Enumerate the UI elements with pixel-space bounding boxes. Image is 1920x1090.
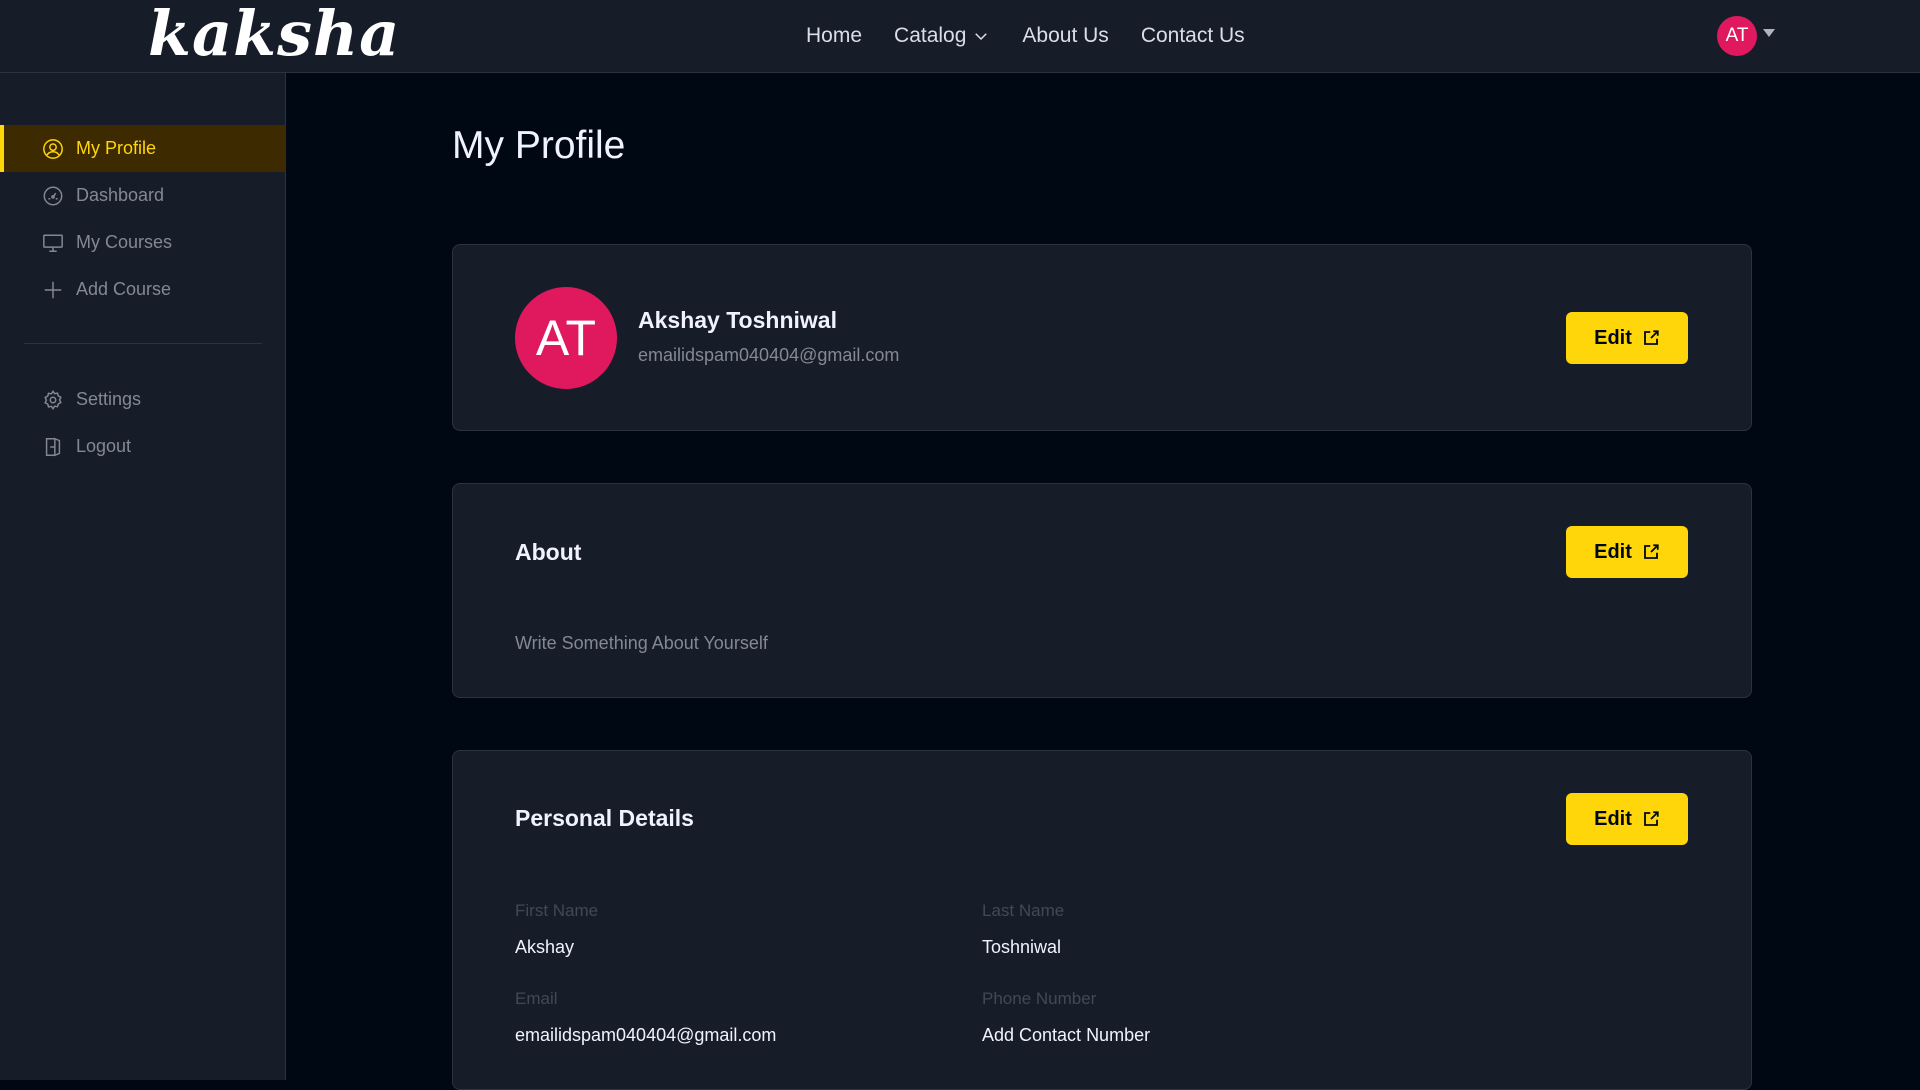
nav-contact-us[interactable]: Contact Us xyxy=(1141,22,1245,50)
sidebar-item-settings[interactable]: Settings xyxy=(0,376,286,423)
plus-icon xyxy=(44,281,62,298)
nav-home[interactable]: Home xyxy=(806,22,862,50)
edit-profile-button[interactable]: Edit xyxy=(1566,312,1688,364)
sidebar-item-label: Dashboard xyxy=(76,185,165,205)
first-name-label: First Name xyxy=(515,901,599,920)
sidebar-item-my-profile[interactable]: My Profile xyxy=(0,125,286,172)
edit-button-label: Edit xyxy=(1594,807,1632,830)
email-value: emailidspam040404@gmail.com xyxy=(515,1025,777,1045)
sidebar-item-label: Add Course xyxy=(76,279,172,299)
nav-home-label: Home xyxy=(806,24,863,47)
personal-details-heading: Personal Details xyxy=(515,805,694,831)
about-heading: About xyxy=(515,539,582,565)
kaksha-logo[interactable]: kaksha xyxy=(148,0,400,68)
about-text: Write Something About Yourself xyxy=(515,633,768,653)
profile-email: emailidspam040404@gmail.com xyxy=(638,345,900,365)
sidebar-item-my-courses[interactable]: My Courses xyxy=(0,219,286,266)
logout-icon xyxy=(45,437,61,456)
nav-catalog-label: Catalog xyxy=(894,24,967,47)
email-label: Email xyxy=(515,989,558,1008)
edit-icon xyxy=(1643,811,1659,826)
nav-contact-us-label: Contact Us xyxy=(1140,24,1245,47)
first-name-value: Akshay xyxy=(515,937,575,957)
top-navbar: kaksha Home Catalog About Us Contact Us … xyxy=(0,0,1920,73)
edit-about-button[interactable]: Edit xyxy=(1566,526,1688,578)
about-card: About Write Something About Yourself Edi… xyxy=(452,483,1752,698)
nav-about-us-label: About Us xyxy=(1022,24,1109,47)
gauge-icon xyxy=(43,186,63,205)
sidebar-item-label: Settings xyxy=(76,389,142,409)
phone-label: Phone Number xyxy=(982,989,1097,1008)
phone-value: Add Contact Number xyxy=(982,1025,1151,1045)
user-avatar[interactable]: AT xyxy=(1717,16,1757,56)
personal-details-card: Personal Details Edit First Name Akshay … xyxy=(452,750,1752,1090)
edit-icon xyxy=(1643,330,1659,345)
main-nav: Home Catalog About Us Contact Us xyxy=(806,22,1245,50)
sidebar-item-label: Logout xyxy=(76,436,132,456)
monitor-icon xyxy=(43,233,63,252)
last-name-value: Toshniwal xyxy=(982,937,1062,957)
profile-card: AT Akshay Toshniwal emailidspam040404@gm… xyxy=(452,244,1752,431)
sidebar-item-dashboard[interactable]: Dashboard xyxy=(0,172,286,219)
sidebar-divider xyxy=(24,343,262,344)
sidebar-item-logout[interactable]: Logout xyxy=(0,423,286,470)
last-name-label: Last Name xyxy=(982,901,1065,920)
user-circle-icon xyxy=(43,138,63,159)
sidebar-item-label: My Profile xyxy=(76,138,157,158)
sidebar-item-add-course[interactable]: Add Course xyxy=(0,266,286,313)
sidebar-item-label: My Courses xyxy=(76,232,173,252)
edit-icon xyxy=(1643,544,1659,559)
page-title: My Profile xyxy=(452,124,626,167)
caret-down-icon[interactable] xyxy=(1762,28,1776,38)
sidebar: My Profile Dashboard My Courses Add Cour… xyxy=(0,73,286,1080)
edit-button-label: Edit xyxy=(1594,540,1632,563)
profile-avatar: AT xyxy=(515,287,617,389)
edit-button-label: Edit xyxy=(1594,326,1632,349)
nav-about-us[interactable]: About Us xyxy=(1022,22,1108,50)
gear-icon xyxy=(44,389,62,410)
chevron-down-icon xyxy=(975,33,988,41)
nav-catalog[interactable]: Catalog xyxy=(894,22,990,50)
profile-name: Akshay Toshniwal xyxy=(638,307,837,333)
edit-personal-details-button[interactable]: Edit xyxy=(1566,793,1688,845)
